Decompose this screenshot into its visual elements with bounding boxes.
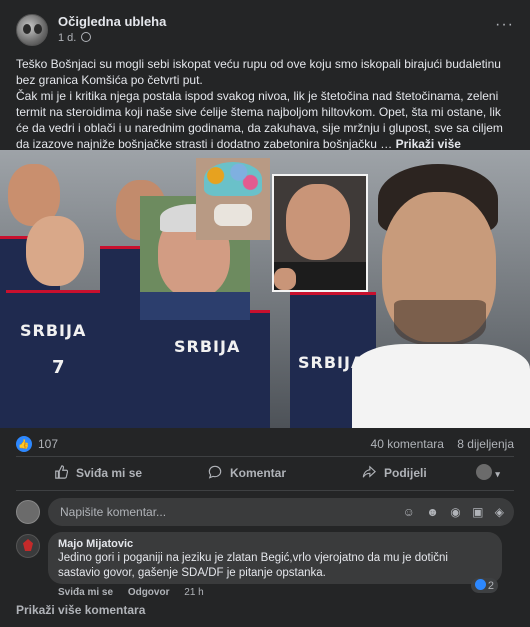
shares-count[interactable]: 8 dijeljenja [457,437,514,451]
post-paragraph-1: Teško Bošnjaci su mogli sebi iskopat već… [16,57,501,87]
comment-input-wrapper[interactable]: ☺ ☻ ◉ ▣ ◈ [48,498,514,526]
post-paragraph-2: Čak mi je i kritika njega postala ispod … [16,88,514,152]
djokovic-beard [394,300,486,346]
pointing-hand [274,268,296,290]
comments-count[interactable]: 40 komentara [371,437,444,451]
divider [16,456,514,457]
share-icon [362,465,376,478]
comment-button-label: Komentar [230,466,287,480]
chevron-down-icon: ▾ [495,469,500,479]
comment-actions: Sviđa mi se Odgovor 21 h [58,587,216,598]
composer-icons: ☺ ☻ ◉ ▣ ◈ [395,505,504,519]
player-face [26,216,84,286]
audience-selector[interactable]: ▾ [476,462,500,484]
like-reaction-icon [474,579,486,590]
like-button[interactable]: Sviđa mi se [54,462,142,484]
divider [16,490,514,491]
see-more-link[interactable]: Prikaži više [396,137,461,151]
more-comments-link[interactable]: Prikaži više komentara [16,603,145,617]
face-mask [214,204,252,226]
comment-button[interactable]: Komentar [208,462,286,484]
avatar-sticker-icon[interactable]: ☺ [403,505,415,519]
emoji-icon[interactable]: ☻ [426,505,439,519]
comment-icon [208,465,222,479]
comment-text: Jedino gori i poganiji na jeziku je zlat… [58,552,448,579]
page-avatar[interactable] [16,14,48,46]
comment-composer: ☺ ☻ ◉ ▣ ◈ [16,498,514,526]
thumbs-up-icon [55,465,68,479]
comment-bubble: Majo Mijatovic Jedino gori i poganiji na… [48,532,502,584]
masked-woman-inset [196,158,270,240]
comment-reply-button[interactable]: Odgovor [128,587,170,598]
comment-input[interactable] [60,498,340,526]
post-actions: Sviđa mi se Komentar Podijeli ▾ [16,462,514,484]
post-time[interactable]: 1 d. [58,32,76,44]
commenter-name[interactable]: Majo Mijatovic [58,538,492,550]
politician-suit [140,292,250,320]
post-stats: 40 komentara 8 dijeljenja [361,437,514,451]
post-text: Teško Bošnjaci su mogli sebi iskopat već… [16,56,514,152]
commenter-avatar[interactable] [16,534,40,558]
djokovic-shirt [352,344,530,428]
comment-reaction-count: 2 [487,580,494,592]
bald-man-face [286,184,350,260]
profile-mini-avatar [476,464,492,480]
share-button-label: Podijeli [384,466,427,480]
camera-icon[interactable]: ◉ [450,505,460,519]
share-button[interactable]: Podijeli [362,462,427,484]
reactions-bar: 👍 107 40 komentara 8 dijeljenja [16,436,514,452]
jersey-text: SRBIJA [20,321,87,340]
post-card: Očigledna ubleha 1 d. ··· Teško Bošnjaci… [0,0,530,627]
like-button-label: Sviđa mi se [76,466,143,480]
comment-like-button[interactable]: Sviđa mi se [58,587,113,598]
user-avatar[interactable] [16,500,40,524]
more-options-button[interactable]: ··· [495,16,514,34]
reaction-count[interactable]: 107 [38,437,58,451]
player-jersey: SRBIJA [160,310,270,428]
djokovic-inset [352,158,530,428]
comment-time[interactable]: 21 h [184,587,203,598]
globe-icon [81,32,92,42]
comment-reactions[interactable]: 2 [470,578,498,593]
flower-cap [204,162,262,196]
sticker-icon[interactable]: ◈ [495,505,504,519]
jersey-text: SRBIJA [174,337,241,356]
post-photo[interactable]: SRBIJA 7 SRBIJA SRBIJA [0,150,530,428]
post-author[interactable]: Očigledna ubleha [58,14,166,29]
post-meta: 1 d. [58,32,92,44]
like-reaction-icon[interactable]: 👍 [16,436,32,452]
gif-icon[interactable]: ▣ [472,505,483,519]
jersey-number: 7 [52,357,66,378]
post-header: Očigledna ubleha 1 d. ··· [16,12,514,52]
